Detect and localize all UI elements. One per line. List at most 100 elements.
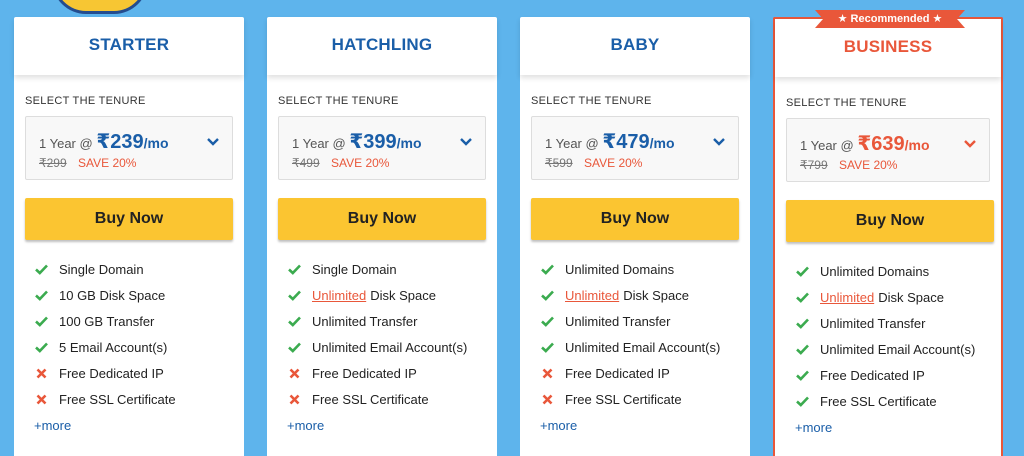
- feature-item: Free Dedicated IP: [287, 360, 497, 386]
- price-amount: ₹239: [96, 131, 144, 153]
- plan-card-baby: BABY SELECT THE TENURE 1 Year @ ₹479/mo …: [520, 17, 750, 456]
- tenure-label: SELECT THE TENURE: [278, 95, 399, 107]
- tenure-select[interactable]: 1 Year @ ₹639/mo ₹799 SAVE 20%: [786, 118, 990, 182]
- feature-highlight-link[interactable]: Unlimited: [312, 288, 366, 303]
- feature-item: Unlimited Email Account(s): [795, 336, 1001, 362]
- check-icon: [540, 288, 554, 302]
- feature-item: Free SSL Certificate: [795, 388, 1001, 414]
- price-line: 1 Year @ ₹239/mo: [39, 129, 232, 154]
- price-period: /mo: [143, 135, 169, 151]
- buy-now-button[interactable]: Buy Now: [531, 198, 739, 240]
- chevron-down-icon[interactable]: [713, 137, 725, 147]
- feature-list: Single Domain Unlimited Disk Space Unlimite…: [287, 256, 497, 412]
- save-line: ₹499 SAVE 20%: [292, 156, 485, 170]
- old-price: ₹599: [545, 156, 573, 170]
- feature-item: Unlimited Domains: [540, 256, 750, 282]
- save-badge: SAVE 20%: [584, 156, 643, 170]
- save-badge: SAVE 20%: [78, 156, 137, 170]
- check-icon: [287, 262, 301, 276]
- feature-item: Unlimited Transfer: [540, 308, 750, 334]
- feature-text: Unlimited Transfer: [312, 313, 418, 329]
- tenure-label: SELECT THE TENURE: [25, 95, 146, 107]
- feature-list: Unlimited Domains Unlimited Disk Space Unli…: [540, 256, 750, 412]
- feature-item: Unlimited Domains: [795, 258, 1001, 284]
- tenure-label: SELECT THE TENURE: [531, 95, 652, 107]
- feature-item: Unlimited Disk Space: [795, 284, 1001, 310]
- feature-text: Free SSL Certificate: [59, 391, 176, 407]
- feature-list: Unlimited Domains Unlimited Disk Space Unli…: [795, 258, 1001, 414]
- feature-text: 5 Email Account(s): [59, 339, 168, 355]
- tenure-select[interactable]: 1 Year @ ₹239/mo ₹299 SAVE 20%: [25, 116, 233, 180]
- feature-text: Unlimited Domains: [820, 263, 930, 279]
- check-icon: [795, 368, 809, 382]
- feature-text: Unlimited Transfer: [820, 315, 926, 331]
- feature-text: Disk Space: [370, 287, 436, 303]
- feature-highlight-link[interactable]: Unlimited: [565, 288, 619, 303]
- plan-header: STARTER: [14, 17, 244, 75]
- duration-text: 1 Year @: [800, 138, 854, 153]
- cross-icon: [34, 366, 48, 380]
- feature-text: Free SSL Certificate: [565, 391, 682, 407]
- feature-text: Unlimited Domains: [565, 261, 675, 277]
- buy-now-button[interactable]: Buy Now: [25, 198, 233, 240]
- price-amount: ₹399: [349, 131, 397, 153]
- plan-header: HATCHLING: [267, 17, 497, 75]
- feature-item: Unlimited Disk Space: [287, 282, 497, 308]
- feature-highlight-link[interactable]: Unlimited: [820, 290, 874, 305]
- feature-item: Single Domain: [287, 256, 497, 282]
- plan-card-business: ★ Recommended ★ BUSINESS SELECT THE TENU…: [773, 10, 1003, 456]
- feature-item: Single Domain: [34, 256, 244, 282]
- duration-text: 1 Year @: [39, 136, 93, 151]
- feature-text: Free Dedicated IP: [59, 365, 164, 381]
- feature-list: Single Domain 10 GB Disk Space 100 GB Tran…: [34, 256, 244, 412]
- chevron-down-icon[interactable]: [964, 139, 976, 149]
- price-amount: ₹479: [602, 131, 650, 153]
- cross-icon: [287, 366, 301, 380]
- cross-icon: [540, 366, 554, 380]
- feature-item: 5 Email Account(s): [34, 334, 244, 360]
- feature-item: Unlimited Disk Space: [540, 282, 750, 308]
- plan-name: BABY: [610, 35, 660, 54]
- plan-card-hatchling: HATCHLING SELECT THE TENURE 1 Year @ ₹39…: [267, 17, 497, 456]
- feature-item: Free SSL Certificate: [540, 386, 750, 412]
- feature-text: Unlimited Email Account(s): [312, 339, 468, 355]
- feature-item: 10 GB Disk Space: [34, 282, 244, 308]
- check-icon: [795, 316, 809, 330]
- feature-item: Free Dedicated IP: [795, 362, 1001, 388]
- feature-item: Free Dedicated IP: [34, 360, 244, 386]
- feature-text: Unlimited Email Account(s): [820, 341, 976, 357]
- tenure-select[interactable]: 1 Year @ ₹479/mo ₹599 SAVE 20%: [531, 116, 739, 180]
- chevron-down-icon[interactable]: [460, 137, 472, 147]
- feature-item: Unlimited Transfer: [795, 310, 1001, 336]
- price-line: 1 Year @ ₹639/mo: [800, 131, 989, 156]
- feature-item: Free Dedicated IP: [540, 360, 750, 386]
- plan-card-starter: STARTER SELECT THE TENURE 1 Year @ ₹239/…: [14, 17, 244, 456]
- feature-item: Unlimited Transfer: [287, 308, 497, 334]
- mascot-logo: [52, 0, 148, 14]
- old-price: ₹799: [800, 158, 828, 172]
- buy-now-button[interactable]: Buy Now: [786, 200, 994, 242]
- more-link[interactable]: +more: [540, 418, 750, 433]
- price-line: 1 Year @ ₹479/mo: [545, 129, 738, 154]
- price-line: 1 Year @ ₹399/mo: [292, 129, 485, 154]
- feature-item: Free SSL Certificate: [34, 386, 244, 412]
- feature-text: Disk Space: [623, 287, 689, 303]
- plan-name: HATCHLING: [331, 35, 433, 54]
- check-icon: [287, 340, 301, 354]
- check-icon: [34, 340, 48, 354]
- feature-item: Free SSL Certificate: [287, 386, 497, 412]
- tenure-label: SELECT THE TENURE: [786, 97, 907, 109]
- feature-text: 10 GB Disk Space: [59, 287, 166, 303]
- feature-text: Free Dedicated IP: [820, 367, 925, 383]
- recommended-ribbon: ★ Recommended ★: [815, 10, 965, 28]
- price-amount: ₹639: [857, 133, 905, 155]
- more-link[interactable]: +more: [287, 418, 497, 433]
- tenure-select[interactable]: 1 Year @ ₹399/mo ₹499 SAVE 20%: [278, 116, 486, 180]
- chevron-down-icon[interactable]: [207, 137, 219, 147]
- feature-text: Free SSL Certificate: [820, 393, 937, 409]
- more-link[interactable]: +more: [34, 418, 244, 433]
- check-icon: [34, 288, 48, 302]
- buy-now-button[interactable]: Buy Now: [278, 198, 486, 240]
- more-link[interactable]: +more: [795, 420, 1001, 435]
- feature-text: Disk Space: [878, 289, 944, 305]
